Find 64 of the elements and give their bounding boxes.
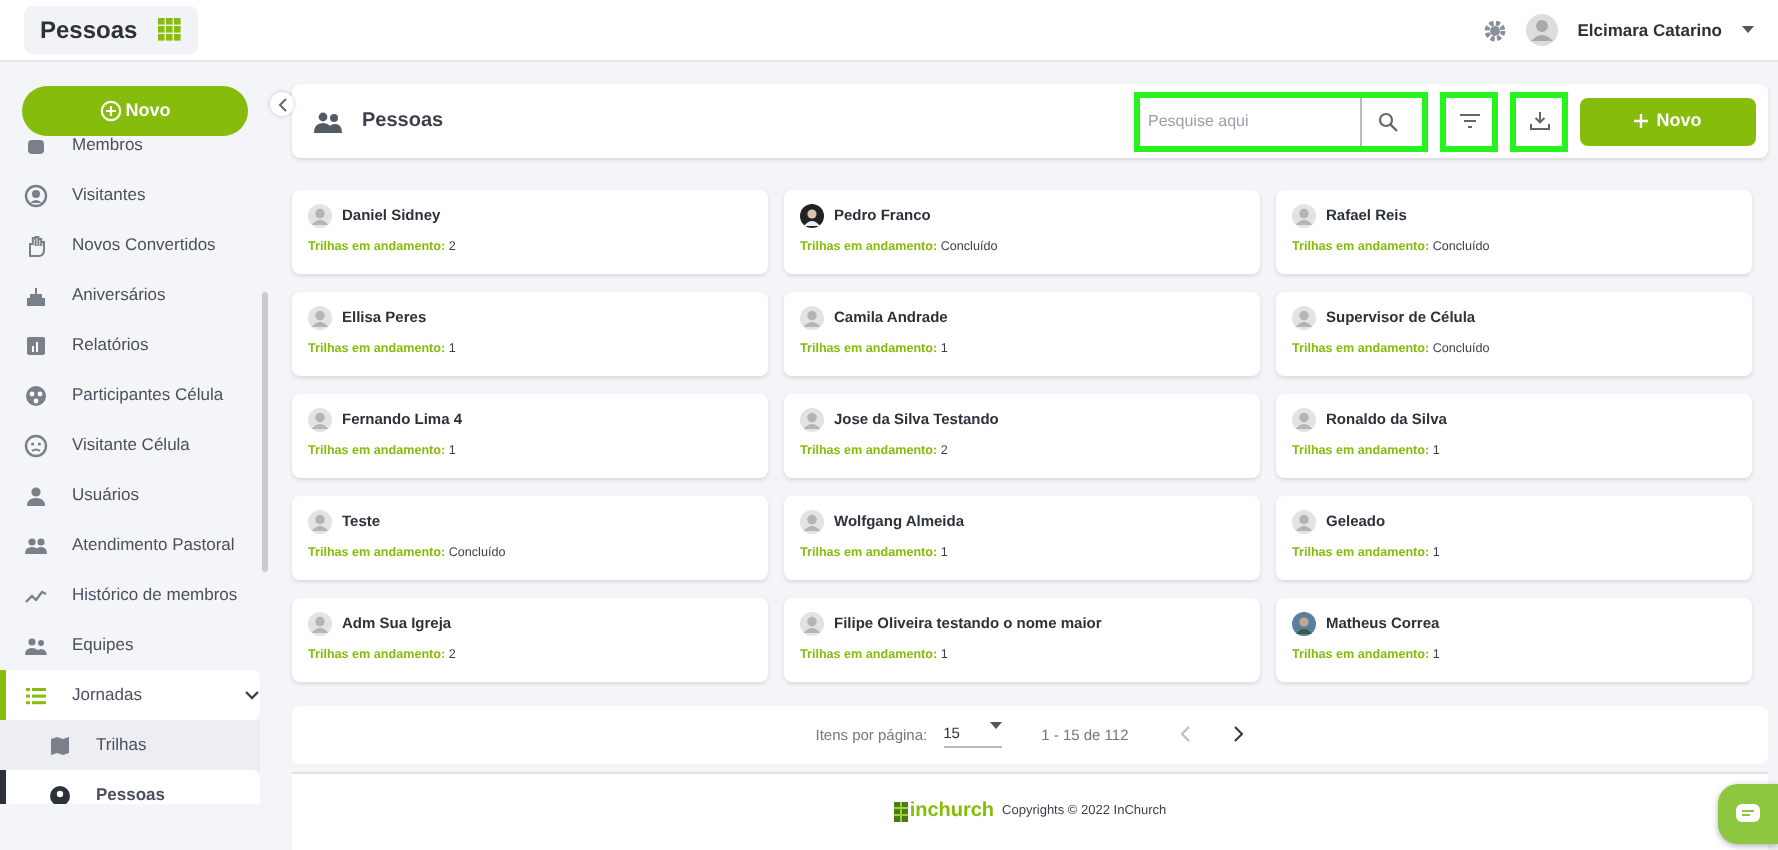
avatar-icon: [800, 612, 824, 636]
sidebar-item[interactable]: Atendimento Pastoral: [0, 520, 260, 570]
chevron-down-icon: [244, 689, 260, 701]
filter-button[interactable]: [1440, 91, 1498, 151]
user-circle-icon: [24, 183, 48, 207]
sidebar-item[interactable]: Usuários: [0, 470, 260, 520]
collapse-button[interactable]: [270, 92, 294, 116]
avatar-icon: [308, 408, 332, 432]
avatar-icon: [308, 306, 332, 330]
team-icon: [24, 633, 48, 657]
avatar-icon: [1292, 510, 1316, 534]
sidebar-item[interactable]: Jornadas: [0, 670, 260, 720]
sidebar-item[interactable]: Equipes: [0, 620, 260, 670]
scrollbar[interactable]: [262, 292, 268, 572]
sidebar-subitem[interactable]: Trilhas: [0, 720, 260, 770]
search-icon[interactable]: [1378, 111, 1398, 131]
sidebar-item[interactable]: Participantes Célula: [0, 370, 260, 420]
sidebar-item[interactable]: Aniversários: [0, 270, 260, 320]
sidebar-item[interactable]: Visitante Célula: [0, 420, 260, 470]
chat-icon: [1736, 804, 1760, 824]
smiley-icon: [24, 433, 48, 457]
sidebar-item[interactable]: Relatórios: [0, 320, 260, 370]
page-title: Pessoas: [40, 14, 138, 48]
logo-icon: [893, 801, 908, 821]
avatar-icon: [1292, 408, 1316, 432]
download-button[interactable]: [1510, 91, 1568, 151]
avatar-icon: [1292, 306, 1316, 330]
people-icon: [314, 109, 342, 133]
avatar-icon: [800, 306, 824, 330]
settings-icon[interactable]: [1483, 19, 1506, 41]
avatar-icon: [1292, 204, 1316, 228]
map-icon: [48, 733, 72, 757]
avatar-icon: [800, 408, 824, 432]
caret-icon: [989, 721, 1002, 730]
report-icon: [24, 333, 48, 357]
search-bar[interactable]: Pesquise aqui: [1134, 91, 1428, 151]
people-icon: [24, 533, 48, 557]
user-menu[interactable]: Elcimara Catarino: [1577, 17, 1754, 43]
download-icon: [1529, 112, 1549, 130]
chevron-left-icon: [1180, 726, 1191, 743]
sidebar-item[interactable]: Novos Convertidos: [0, 220, 260, 270]
sidebar-item[interactable]: Visitantes: [0, 170, 260, 220]
avatar-icon: [1292, 612, 1316, 636]
plus-circle-icon: [99, 100, 122, 122]
chevron-right-icon: [1234, 726, 1245, 743]
sidebar-subitem[interactable]: Pessoas: [0, 770, 260, 804]
avatar-icon: [800, 510, 824, 534]
avatar-icon: [308, 510, 332, 534]
avatar-icon: [800, 204, 824, 228]
chevron-left-icon: [277, 97, 287, 111]
caret-icon: [1742, 26, 1754, 34]
avatar-icon: [308, 612, 332, 636]
list-icon: [24, 683, 48, 707]
brand-name: inchurch: [909, 798, 995, 826]
page-heading: Pessoas: [362, 108, 446, 136]
next-page-button[interactable]: [1234, 723, 1245, 747]
avatar-icon: [1525, 14, 1558, 46]
plus-icon: [1634, 114, 1649, 128]
sidebar-item[interactable]: Histórico de membros: [0, 570, 260, 620]
filter-icon: [1459, 114, 1479, 128]
cake-icon: [24, 283, 48, 307]
hand-icon: [24, 233, 48, 257]
avatar-icon: [308, 204, 332, 228]
user-icon: [24, 483, 48, 507]
